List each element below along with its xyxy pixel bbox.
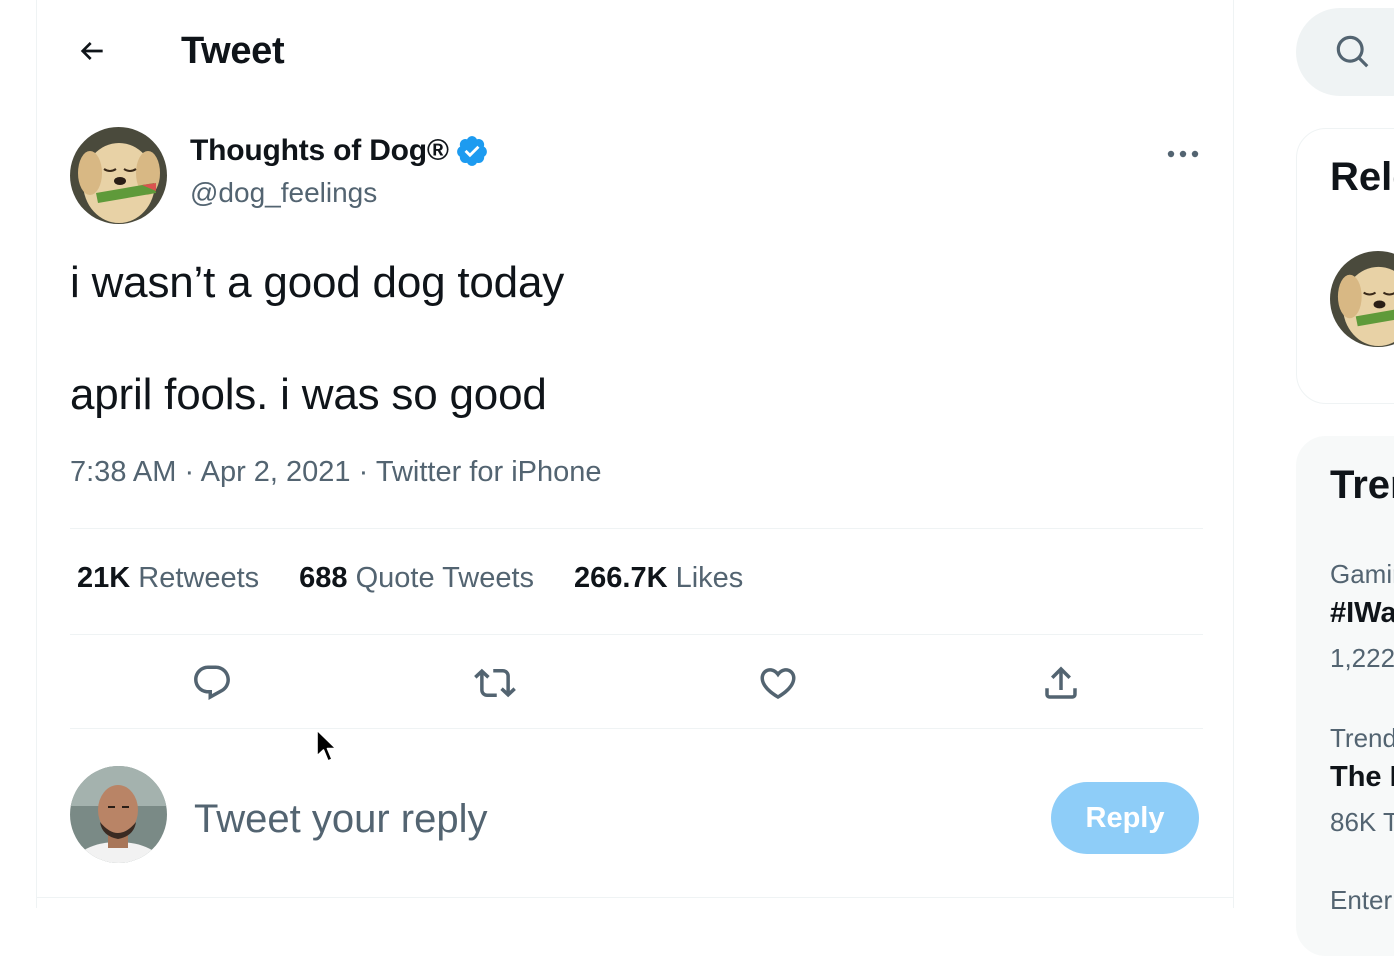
- share-icon: [1045, 666, 1077, 699]
- share-button[interactable]: [1038, 660, 1084, 706]
- trend-name[interactable]: #IWa: [1330, 597, 1394, 630]
- retweets-count: 21K: [77, 562, 131, 594]
- divider: [70, 634, 1203, 635]
- divider: [37, 897, 1233, 898]
- back-button[interactable]: [73, 32, 111, 70]
- retweets-stat[interactable]: 21K Retweets: [77, 562, 259, 595]
- relevant-people-title: Rele: [1330, 155, 1394, 199]
- quote-tweets-count: 688: [299, 562, 348, 594]
- likes-stat[interactable]: 266.7K Likes: [574, 562, 743, 595]
- reply-button-action[interactable]: [189, 660, 235, 706]
- trend-context: Gamir: [1330, 559, 1394, 589]
- relevant-people-panel: Rele: [1296, 128, 1394, 404]
- more-icon: [1167, 150, 1199, 158]
- verified-badge-icon: [456, 136, 487, 166]
- page-title: Tweet: [181, 30, 285, 72]
- back-arrow-icon: [80, 42, 103, 60]
- main-column: Tweet Thoughts of Dog® @dog_feelings i w…: [36, 0, 1234, 908]
- tweet-stats: 21K Retweets 688 Quote Tweets 266.7K Lik…: [77, 562, 783, 595]
- meta-separator: ·: [358, 456, 369, 488]
- author-avatar[interactable]: [70, 127, 167, 224]
- reply-submit-button[interactable]: Reply: [1051, 782, 1199, 854]
- tweet-time[interactable]: 7:38 AM: [70, 456, 176, 488]
- trend-name[interactable]: The I: [1330, 761, 1394, 794]
- more-options-button[interactable]: [1155, 136, 1211, 172]
- author-name-row: Thoughts of Dog®: [190, 134, 489, 168]
- trend-context: Enter: [1330, 885, 1393, 915]
- tweet-text-line: i wasn’t a good dog today: [70, 258, 565, 307]
- reply-icon: [194, 665, 230, 700]
- user-avatar[interactable]: [70, 766, 167, 863]
- likes-count: 266.7K: [574, 562, 668, 594]
- search-icon[interactable]: [1334, 33, 1372, 71]
- like-button[interactable]: [755, 660, 801, 706]
- meta-separator: ·: [184, 456, 195, 488]
- retweet-icon: [474, 668, 516, 698]
- retweets-label: Retweets: [138, 562, 260, 594]
- divider: [70, 528, 1203, 529]
- retweet-button[interactable]: [472, 660, 518, 706]
- tweet-date[interactable]: Apr 2, 2021: [201, 456, 351, 488]
- reply-input[interactable]: [192, 788, 956, 850]
- mouse-pointer-icon: [316, 729, 337, 762]
- divider: [70, 728, 1203, 729]
- author-name[interactable]: Thoughts of Dog®: [190, 134, 449, 168]
- trends-title: Trer: [1330, 463, 1394, 507]
- trend-context: Trend: [1330, 723, 1394, 753]
- relevant-person-avatar[interactable]: [1330, 251, 1394, 347]
- like-icon: [760, 668, 796, 700]
- tweet-source[interactable]: Twitter for iPhone: [376, 456, 602, 488]
- tweet-metadata: 7:38 AM · Apr 2, 2021 · Twitter for iPho…: [70, 456, 602, 489]
- trends-panel: Trer Gamir #IWa 1,222 Trend The I 86K T …: [1296, 436, 1394, 956]
- trend-count: 1,222: [1330, 643, 1394, 673]
- trend-count: 86K T: [1330, 807, 1394, 837]
- likes-label: Likes: [675, 562, 744, 594]
- tweet-text-line: april fools. i was so good: [70, 370, 547, 419]
- author-handle[interactable]: @dog_feelings: [190, 177, 377, 209]
- quote-tweets-stat[interactable]: 688 Quote Tweets: [299, 562, 534, 595]
- quote-tweets-label: Quote Tweets: [355, 562, 535, 594]
